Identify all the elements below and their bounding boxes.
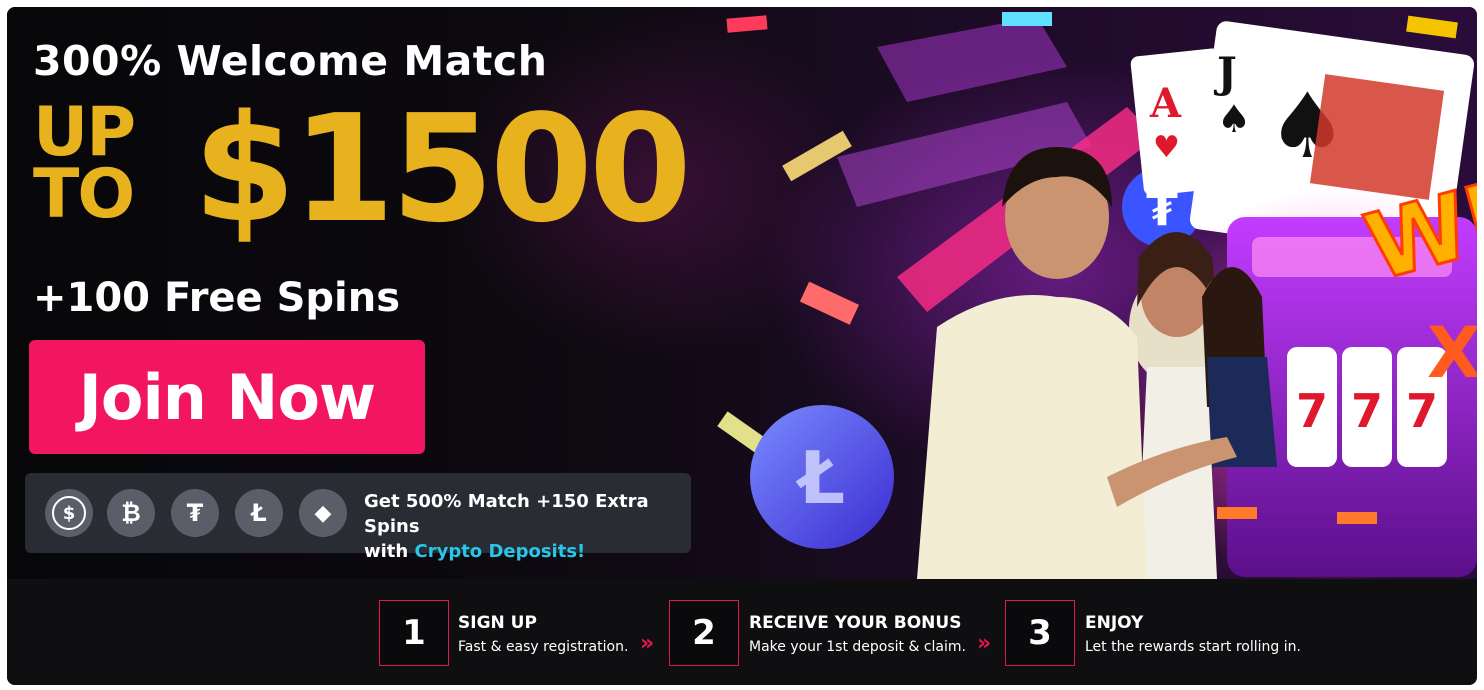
bitcoin-icon: ₿	[107, 489, 155, 537]
confetti	[799, 281, 860, 325]
bitcoin-glyph: ₿	[121, 498, 141, 527]
promo-banner: Ł ₮ A ♥ J ♠ ♠ 7 7 7 WI X 300% Welcome Ma…	[7, 7, 1477, 685]
crypto-offer-text: Get 500% Match +150 Extra Spins with Cry…	[364, 489, 691, 564]
neon-x-sign: X	[1427, 312, 1477, 394]
litecoin-glyph: Ł	[251, 499, 267, 527]
free-spins-label: +100 Free Spins	[33, 275, 401, 321]
join-now-button[interactable]: Join Now	[29, 340, 425, 454]
ace-label: A	[1149, 80, 1182, 127]
up-to-line2: TO	[33, 155, 135, 234]
confetti	[1002, 12, 1052, 26]
usdc-glyph: $	[52, 496, 86, 530]
steps-bar: 1 SIGN UP Fast & easy registration. » 2 …	[7, 579, 1477, 685]
crypto-deposits-highlight: Crypto Deposits!	[414, 541, 586, 562]
ethereum-glyph: ◆	[314, 500, 332, 526]
spades-icon: ♠	[1217, 97, 1251, 141]
chevron-right-icon: »	[640, 631, 655, 656]
step-2-subtitle: Make your 1st deposit & claim.	[749, 639, 966, 655]
step-2-number: 2	[669, 600, 739, 666]
step-1-title: SIGN UP	[458, 613, 537, 633]
usdc-icon: $	[45, 489, 93, 537]
tether-icon: ₮	[171, 489, 219, 537]
tether-glyph: ₮	[186, 499, 204, 527]
hero-section: Ł ₮ A ♥ J ♠ ♠ 7 7 7 WI X 300% Welcome Ma…	[7, 7, 1477, 579]
casino-artwork: Ł ₮ A ♥ J ♠ ♠ 7 7 7 WI X	[717, 12, 1477, 579]
reel-symbol: 7	[1296, 384, 1328, 438]
step-2-title: RECEIVE YOUR BONUS	[749, 613, 962, 633]
jack-label: J	[1213, 48, 1237, 97]
step-1-number: 1	[379, 600, 449, 666]
hearts-icon: ♥	[1153, 130, 1180, 165]
crypto-offer-line1: Get 500% Match +150 Extra Spins	[364, 491, 649, 537]
up-to-label: UP TO	[33, 99, 136, 234]
headline: 300% Welcome Match	[33, 37, 548, 85]
crypto-offer-prefix: with	[364, 541, 409, 562]
crypto-offer-panel: $ ₿ ₮ Ł ◆ Get 500% Match +150 Extra Spin…	[25, 473, 691, 562]
litecoin-icon: Ł	[235, 489, 283, 537]
chevron-right-icon: »	[977, 631, 992, 656]
step-1-subtitle: Fast & easy registration.	[458, 639, 629, 655]
crypto-offer-line2: with Crypto Deposits!	[364, 539, 691, 564]
neon-stripe	[877, 17, 1067, 102]
step-3-subtitle: Let the rewards start rolling in.	[1085, 639, 1301, 655]
svg-text:Ł: Ł	[795, 436, 845, 520]
ethereum-icon: ◆	[299, 489, 347, 537]
confetti	[726, 15, 768, 33]
bonus-amount: $1500	[193, 83, 692, 255]
step-3-title: ENJOY	[1085, 613, 1144, 633]
step-3-number: 3	[1005, 600, 1075, 666]
reel-symbol: 7	[1351, 384, 1383, 438]
confetti	[1406, 15, 1458, 39]
